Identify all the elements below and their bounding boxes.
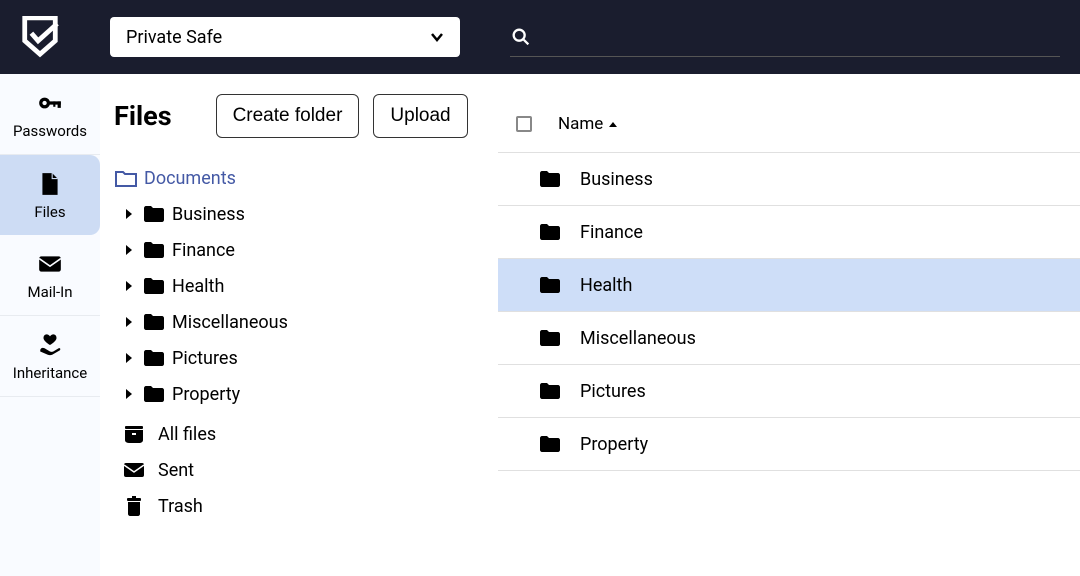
sidebar-item-passwords[interactable]: Passwords: [0, 74, 100, 155]
file-name: Pictures: [580, 381, 646, 402]
tree-row-sent[interactable]: Sent: [114, 452, 488, 488]
tree-header: Files Create folder Upload: [114, 94, 488, 138]
file-row[interactable]: Property: [498, 418, 1080, 471]
nav-label: Mail-In: [27, 283, 72, 301]
tree-row-child[interactable]: Miscellaneous: [114, 304, 488, 340]
tree-extra-list: All files Sent: [114, 416, 488, 524]
upload-button[interactable]: Upload: [373, 94, 467, 138]
file-row[interactable]: Health: [498, 259, 1080, 312]
child-label: Health: [172, 276, 224, 297]
chevron-down-icon: [430, 30, 444, 44]
tree-row-trash[interactable]: Trash: [114, 488, 488, 524]
tree-sidebar: Files Create folder Upload Documents Bus…: [100, 74, 498, 576]
extra-label: Trash: [158, 496, 203, 517]
file-row[interactable]: Finance: [498, 206, 1080, 259]
file-name: Property: [580, 434, 648, 455]
search-icon: [510, 26, 532, 48]
expand-icon: [126, 209, 132, 219]
folder-icon: [538, 273, 562, 297]
sidebar-item-files[interactable]: Files: [0, 155, 100, 235]
file-name: Miscellaneous: [580, 328, 696, 349]
tree-row-child[interactable]: Finance: [114, 232, 488, 268]
folder-icon: [142, 238, 166, 262]
expand-icon: [126, 317, 132, 327]
folder-icon: [538, 326, 562, 350]
key-icon: [37, 90, 63, 116]
search-area[interactable]: [510, 18, 1060, 57]
create-folder-button[interactable]: Create folder: [216, 94, 360, 138]
folder-icon: [142, 346, 166, 370]
file-name: Finance: [580, 222, 643, 243]
sidebar-item-inheritance[interactable]: Inheritance: [0, 316, 100, 397]
tree-row-child[interactable]: Business: [114, 196, 488, 232]
nav-sidebar: Passwords Files Mail-In Inheritance: [0, 74, 100, 576]
content-panel: Name Business Finance Health Miscellaneous P…: [498, 74, 1080, 576]
nav-label: Inheritance: [13, 364, 87, 382]
file-name: Health: [580, 275, 632, 296]
folder-open-icon: [114, 166, 138, 190]
file-row[interactable]: Pictures: [498, 365, 1080, 418]
safe-label: Private Safe: [126, 27, 222, 48]
folder-icon: [538, 220, 562, 244]
tree-row-documents[interactable]: Documents: [114, 160, 488, 196]
extra-label: All files: [158, 424, 216, 445]
mail-icon: [122, 458, 146, 482]
file-icon: [37, 171, 63, 197]
expand-icon: [126, 245, 132, 255]
extra-label: Sent: [158, 460, 194, 481]
child-label: Miscellaneous: [172, 312, 288, 333]
sidebar-item-mailin[interactable]: Mail-In: [0, 235, 100, 316]
allfiles-icon: [122, 422, 146, 446]
expand-icon: [126, 281, 132, 291]
file-row[interactable]: Miscellaneous: [498, 312, 1080, 365]
list-header: Name: [498, 114, 1080, 153]
folder-icon: [142, 310, 166, 334]
tree-list: Documents Business Finance Health Miscellan…: [114, 160, 488, 412]
folder-icon: [142, 202, 166, 226]
folder-icon: [538, 167, 562, 191]
child-label: Property: [172, 384, 240, 405]
column-name-label: Name: [558, 114, 603, 134]
select-all-checkbox[interactable]: [516, 116, 532, 132]
inheritance-icon: [37, 332, 63, 358]
mail-icon: [37, 251, 63, 277]
main-area: Passwords Files Mail-In Inheritance: [0, 74, 1080, 576]
app-header: Private Safe: [0, 0, 1080, 74]
folder-icon: [538, 432, 562, 456]
tree-row-child[interactable]: Pictures: [114, 340, 488, 376]
folder-icon: [142, 382, 166, 406]
file-rows: Business Finance Health Miscellaneous Pictur…: [498, 153, 1080, 471]
file-name: Business: [580, 169, 653, 190]
folder-icon: [142, 274, 166, 298]
safe-selector[interactable]: Private Safe: [110, 17, 460, 57]
expand-icon: [126, 353, 132, 363]
child-label: Finance: [172, 240, 235, 261]
tree-row-allfiles[interactable]: All files: [114, 416, 488, 452]
expand-icon: [126, 389, 132, 399]
trash-icon: [122, 494, 146, 518]
tree-title: Files: [114, 100, 172, 132]
nav-label: Passwords: [13, 122, 87, 140]
tree-row-child[interactable]: Health: [114, 268, 488, 304]
sort-up-icon: [609, 122, 617, 127]
file-row[interactable]: Business: [498, 153, 1080, 206]
child-label: Business: [172, 204, 245, 225]
logo-icon: [20, 16, 60, 58]
folder-icon: [538, 379, 562, 403]
tree-children: Business Finance Health Miscellaneous Pictur…: [114, 196, 488, 412]
column-name-header[interactable]: Name: [558, 114, 617, 134]
nav-label: Files: [34, 203, 65, 221]
tree-label: Documents: [144, 168, 236, 189]
child-label: Pictures: [172, 348, 238, 369]
tree-row-child[interactable]: Property: [114, 376, 488, 412]
